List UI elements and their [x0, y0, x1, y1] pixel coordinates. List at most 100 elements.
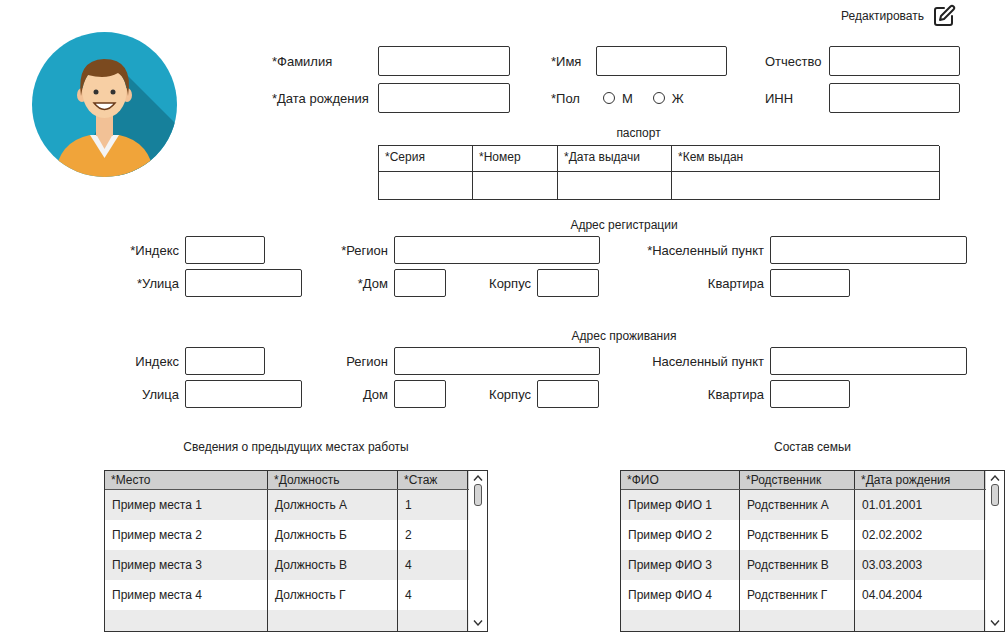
field-label: *Имя	[510, 54, 596, 69]
scroll-up-icon[interactable]	[990, 475, 1000, 481]
section-title: Адрес проживания	[0, 328, 1008, 344]
text-input[interactable]	[378, 46, 510, 76]
table-cell: 4	[398, 550, 468, 580]
radio-icon[interactable]	[653, 92, 665, 104]
table-cell: Должность Г	[268, 580, 398, 610]
text-input[interactable]	[829, 46, 960, 76]
text-input[interactable]	[394, 236, 600, 264]
table-body: *Место*Должность*СтажПример места 1Должн…	[105, 471, 469, 631]
scroll-down-icon[interactable]	[473, 620, 483, 626]
profile-page: Редактировать *Фамилия *Имя Отчество *Дата р…	[0, 0, 1008, 634]
passport-input[interactable]	[473, 172, 558, 200]
table-cell: Пример ФИО 1	[621, 490, 740, 520]
address-row: *Улица*ДомКорпусКвартира	[0, 269, 1008, 297]
user-avatar-icon	[32, 32, 177, 177]
passport-input[interactable]	[379, 172, 473, 200]
table-cell: Пример места 2	[105, 520, 268, 550]
edit-label: Редактировать	[841, 9, 924, 23]
table-cell	[268, 610, 398, 631]
text-input[interactable]	[537, 269, 599, 297]
scrollbar[interactable]	[986, 471, 1004, 631]
table-row[interactable]: Пример ФИО 4Родственник Г04.04.2004	[621, 580, 986, 610]
table-cell	[855, 610, 985, 631]
radio-label: М	[622, 91, 633, 106]
column-header[interactable]: *Дата рождения	[855, 471, 985, 489]
personal-section: *Фамилия*ИмяОтчество*Дата рождения*ПолМЖ…	[272, 32, 960, 200]
table-row[interactable]: Пример ФИО 3Родственник В03.03.2003	[621, 550, 986, 580]
text-input[interactable]	[770, 236, 967, 264]
text-input[interactable]	[537, 380, 599, 408]
table-cell: Должность А	[268, 490, 398, 520]
passport-input[interactable]	[558, 172, 672, 200]
radio-icon[interactable]	[603, 92, 615, 104]
field-label: Квартира	[610, 387, 770, 402]
scroll-up-icon[interactable]	[473, 475, 483, 481]
edit-icon[interactable]	[932, 4, 956, 28]
table-row[interactable]: Пример места 3Должность В4	[105, 550, 469, 580]
scrollbar[interactable]	[469, 471, 487, 631]
column-header[interactable]: *Место	[105, 471, 268, 489]
table-cell: 04.04.2004	[855, 580, 985, 610]
table-row[interactable]: Пример места 1Должность А1	[105, 490, 469, 520]
scroll-down-icon[interactable]	[990, 620, 1000, 626]
table-cell: Должность В	[268, 550, 398, 580]
passport-input[interactable]	[672, 172, 940, 200]
text-input[interactable]	[770, 380, 850, 408]
text-input[interactable]	[596, 46, 727, 76]
field-label: *Пол	[510, 91, 596, 106]
text-input[interactable]	[394, 269, 446, 297]
text-input[interactable]	[394, 347, 600, 375]
address-section: Адрес регистрации*Индекс*Регион*Населенн…	[0, 217, 1008, 297]
personal-fields: *Фамилия*ИмяОтчество*Дата рождения*ПолМЖ…	[272, 46, 960, 113]
table-cell: Родственник А	[740, 490, 855, 520]
text-input[interactable]	[770, 269, 850, 297]
table-body: *ФИО*Родственник*Дата рожденияПример ФИО…	[621, 471, 986, 631]
column-header[interactable]: *Должность	[268, 471, 398, 489]
field-label: *Дата рождения	[272, 91, 378, 106]
text-input[interactable]	[185, 380, 302, 408]
tables-section: Сведения о предыдущих местах работы*Мест…	[0, 440, 1008, 632]
text-input[interactable]	[829, 83, 960, 113]
radio-option[interactable]: Ж	[653, 91, 684, 106]
table-cell: 2	[398, 520, 468, 550]
table-panel: Состав семьи*ФИО*Родственник*Дата рожден…	[620, 440, 1005, 632]
table-row[interactable]: Пример места 2Должность Б2	[105, 520, 469, 550]
table-panel: Сведения о предыдущих местах работы*Мест…	[104, 440, 488, 632]
text-input[interactable]	[185, 236, 265, 264]
scroll-thumb[interactable]	[991, 484, 999, 506]
text-input[interactable]	[378, 83, 510, 113]
text-input[interactable]	[185, 269, 302, 297]
address-row: ИндексРегионНаселенный пункт	[0, 347, 1008, 375]
column-header[interactable]: *Родственник	[740, 471, 855, 489]
table-cell: Пример ФИО 2	[621, 520, 740, 550]
table-cell: Родственник В	[740, 550, 855, 580]
passport-section: паспорт*Серия*Номер*Дата выдачи*Кем выда…	[272, 125, 960, 200]
header-bar: Редактировать	[0, 0, 1008, 32]
table-cell	[740, 610, 855, 631]
table-cell: Пример места 1	[105, 490, 268, 520]
text-input[interactable]	[394, 380, 446, 408]
field-label: Регион	[310, 354, 394, 369]
data-table: *ФИО*Родственник*Дата рожденияПример ФИО…	[620, 470, 1005, 632]
table-row[interactable]: Пример ФИО 1Родственник А01.01.2001	[621, 490, 986, 520]
radio-option[interactable]: М	[603, 91, 633, 106]
table-header: *Место*Должность*Стаж	[105, 471, 469, 490]
table-cell: 4	[398, 580, 468, 610]
text-input[interactable]	[185, 347, 265, 375]
table-row[interactable]: Пример места 4Должность Г4	[105, 580, 469, 610]
edit-button[interactable]: Редактировать	[841, 4, 956, 28]
table-cell: Должность Б	[268, 520, 398, 550]
column-header[interactable]: *ФИО	[621, 471, 740, 489]
field-label: *Улица	[110, 276, 185, 291]
scroll-thumb[interactable]	[474, 484, 482, 506]
table-row[interactable]: Пример ФИО 2Родственник Б02.02.2002	[621, 520, 986, 550]
field-label: Населенный пункт	[610, 354, 770, 369]
column-header[interactable]: *Стаж	[398, 471, 468, 489]
field-label: Отчество	[727, 54, 829, 69]
text-input[interactable]	[770, 347, 967, 375]
field-label: *Индекс	[110, 243, 185, 258]
passport-column-header: *Кем выдан	[672, 146, 940, 172]
top-section: *Фамилия*ИмяОтчество*Дата рождения*ПолМЖ…	[0, 32, 1008, 200]
radio-group: МЖ	[596, 83, 727, 113]
field-label: *Фамилия	[272, 54, 378, 69]
